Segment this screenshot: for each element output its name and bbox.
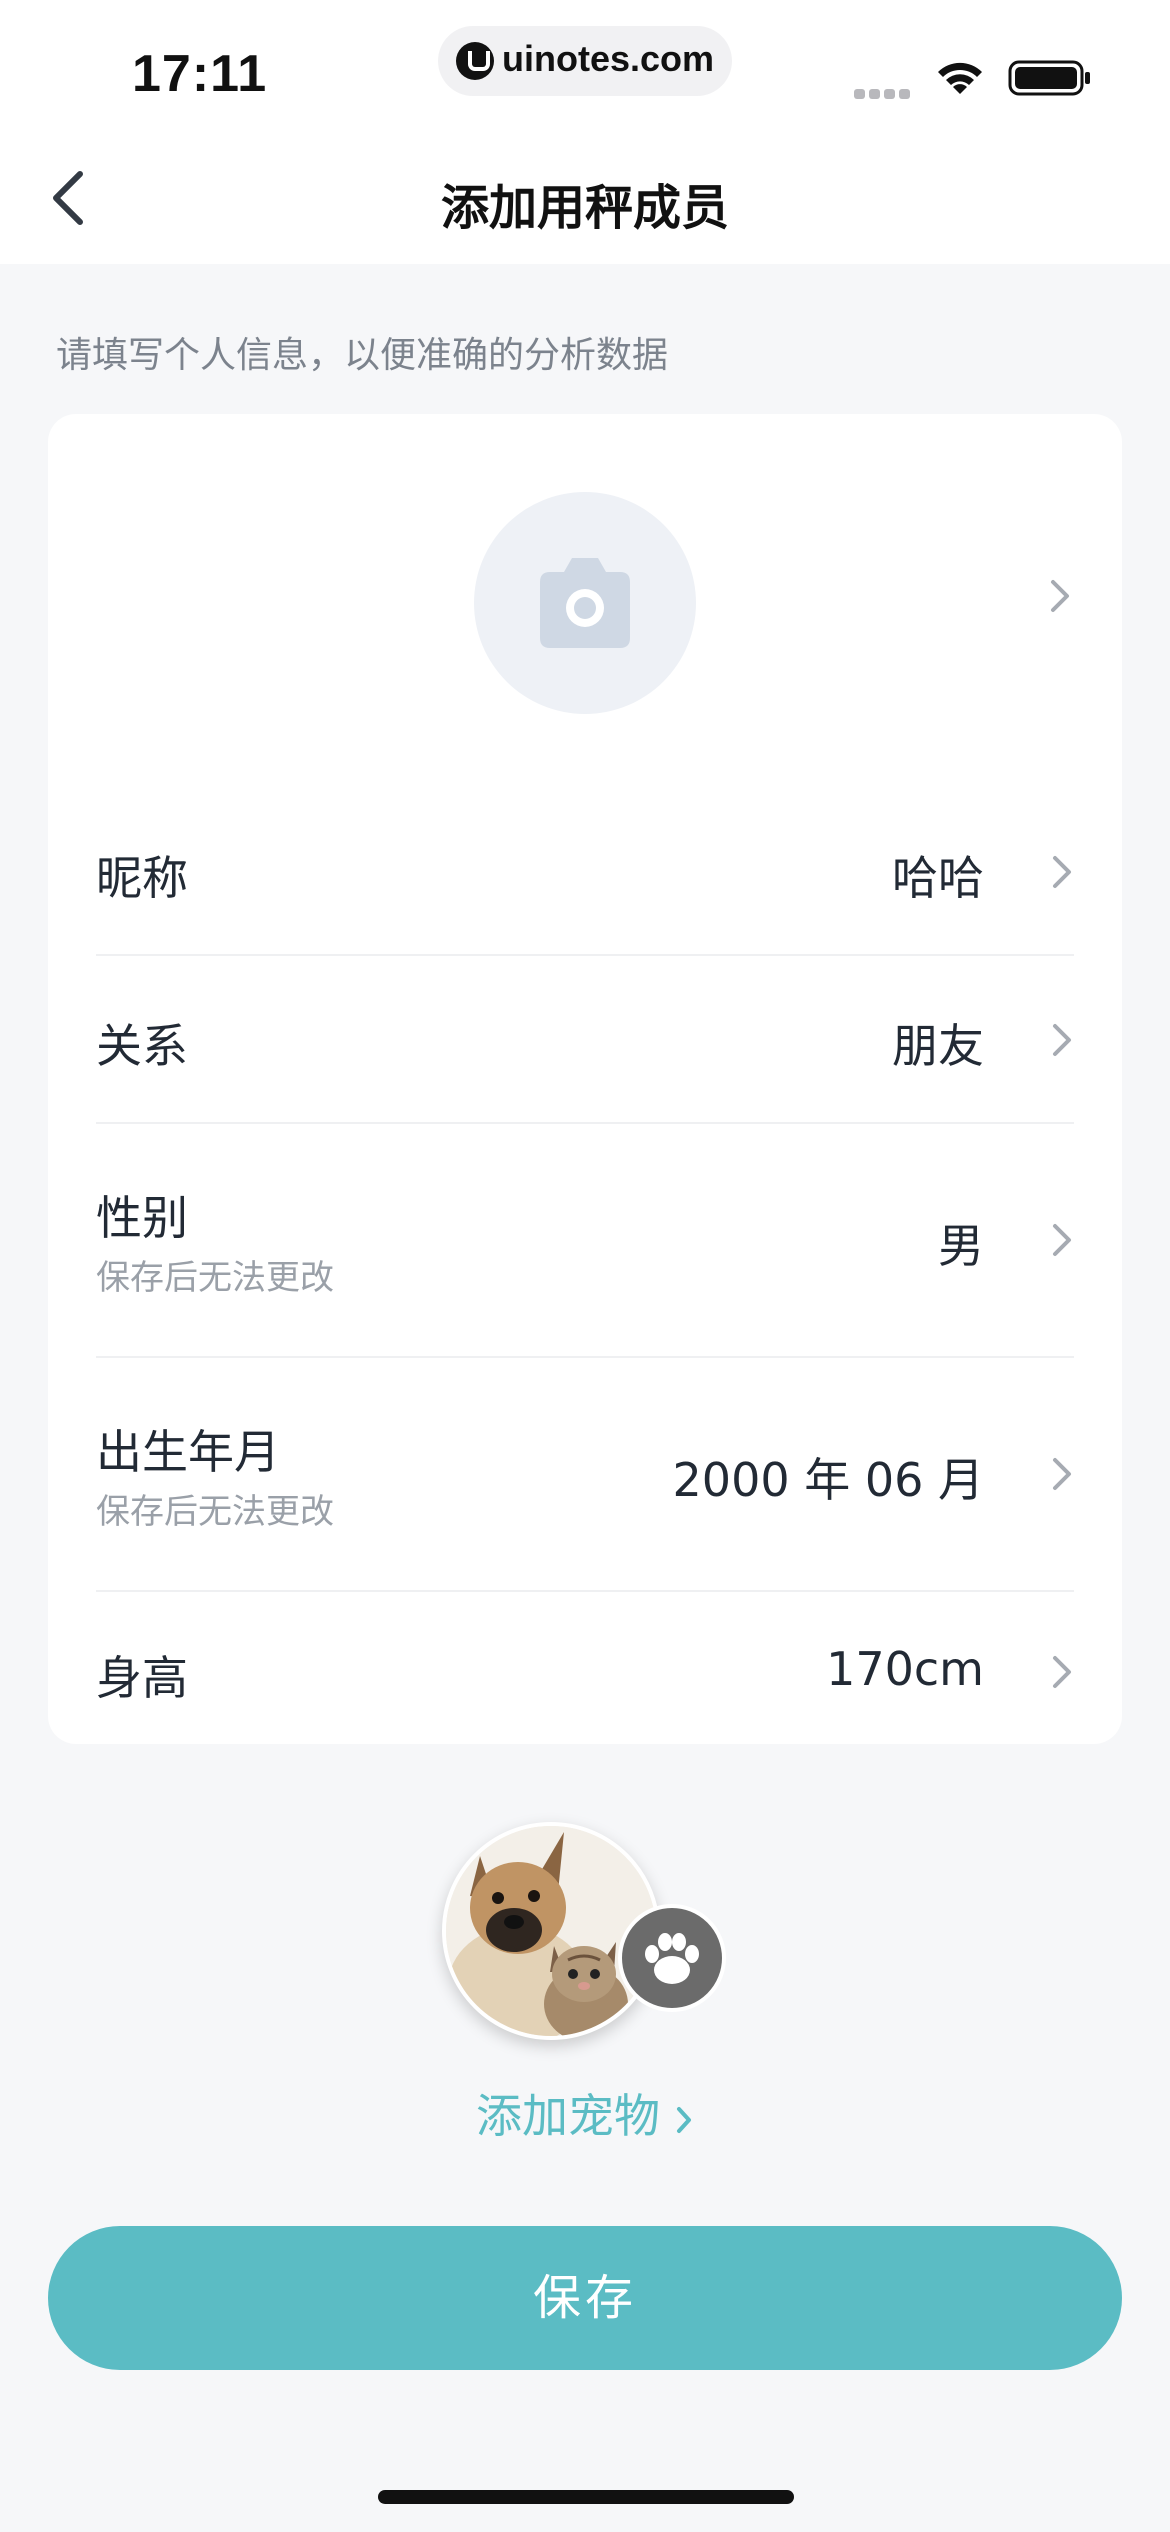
form-row-nickname[interactable]: 昵称 哈哈 bbox=[96, 790, 1074, 956]
chevron-right-icon bbox=[1053, 1024, 1071, 1056]
row-label: 昵称 bbox=[96, 851, 188, 905]
row-value: 男 bbox=[938, 1219, 984, 1273]
chevron-right-icon bbox=[1053, 1224, 1071, 1256]
row-label: 身高 bbox=[96, 1651, 188, 1705]
status-time: 17:11 bbox=[132, 45, 268, 103]
camera-icon bbox=[540, 558, 630, 648]
paw-badge bbox=[618, 1904, 726, 2012]
battery-icon bbox=[1008, 60, 1090, 96]
home-indicator bbox=[378, 2490, 794, 2504]
form-row-relation[interactable]: 关系 朋友 bbox=[96, 956, 1074, 1124]
row-value: 170cm bbox=[826, 1642, 984, 1696]
chevron-right-icon bbox=[1053, 856, 1071, 888]
row-value: 朋友 bbox=[892, 1019, 984, 1073]
cellular-signal-icon bbox=[854, 84, 916, 99]
page-title: 添加用秤成员 bbox=[440, 180, 729, 236]
member-info-card: 昵称 哈哈 关系 朋友 性别 保存后无法更改 男 出生年月 保存后无法更改 20… bbox=[48, 414, 1122, 1744]
url-pill[interactable]: uinotes.com bbox=[438, 26, 732, 96]
wifi-icon bbox=[938, 62, 982, 94]
avatar-chevron-right-icon[interactable] bbox=[1048, 576, 1072, 616]
form-row-birthdate[interactable]: 出生年月 保存后无法更改 2000 年 06 月 bbox=[96, 1358, 1074, 1592]
nav-bar: 添加用秤成员 bbox=[0, 140, 1170, 264]
row-hint: 保存后无法更改 bbox=[96, 1258, 334, 1298]
status-bar: 17:11 uinotes.com bbox=[0, 0, 1170, 140]
chevron-right-icon bbox=[1053, 1458, 1071, 1490]
form-row-gender[interactable]: 性别 保存后无法更改 男 bbox=[96, 1124, 1074, 1358]
paw-icon bbox=[645, 1933, 699, 1984]
hint-text: 请填写个人信息，以便准确的分析数据 bbox=[56, 335, 669, 376]
add-pet-link[interactable]: 添加宠物 bbox=[0, 2080, 1170, 2146]
avatar-upload[interactable] bbox=[474, 492, 696, 714]
row-value: 哈哈 bbox=[892, 851, 984, 905]
row-hint: 保存后无法更改 bbox=[96, 1492, 334, 1532]
chevron-right-icon bbox=[1053, 1656, 1071, 1688]
chevron-right-icon bbox=[677, 2106, 691, 2133]
site-logo-icon bbox=[456, 42, 494, 80]
row-label: 关系 bbox=[96, 1019, 188, 1073]
row-label: 出生年月 bbox=[96, 1425, 280, 1479]
form-row-height[interactable]: 身高 170cm bbox=[96, 1592, 1074, 1744]
row-label: 性别 bbox=[96, 1191, 188, 1245]
url-text: uinotes.com bbox=[502, 38, 715, 79]
row-value: 2000 年 06 月 bbox=[672, 1453, 984, 1507]
save-button[interactable]: 保存 bbox=[48, 2226, 1122, 2370]
add-pet-label: 添加宠物 bbox=[476, 2089, 660, 2143]
